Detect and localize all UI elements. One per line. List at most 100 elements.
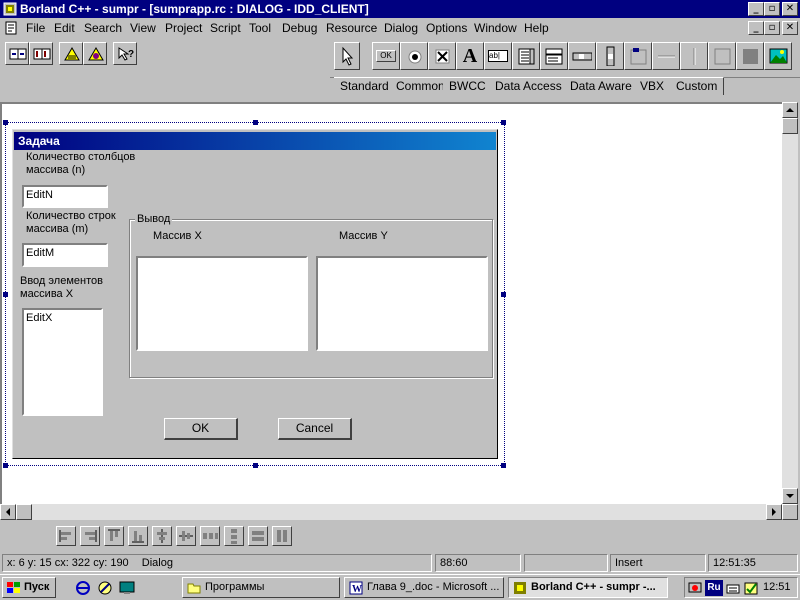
horizontal-scroll-tool[interactable] (568, 42, 596, 70)
menu-window[interactable]: Window (474, 21, 517, 35)
scroll-up-button[interactable] (782, 102, 798, 118)
space-vertical-icon[interactable] (224, 526, 244, 546)
align-hcenter-icon[interactable] (152, 526, 172, 546)
open-project-button[interactable] (5, 42, 29, 65)
close-button[interactable]: ✕ (782, 2, 798, 16)
language-indicator[interactable]: Ru (705, 580, 723, 596)
task-word-document[interactable]: W Глава 9_.doc - Microsoft ... (344, 577, 504, 598)
menu-script[interactable]: Script (210, 21, 241, 35)
menu-help[interactable]: Help (524, 21, 549, 35)
minimize-button[interactable]: _ (748, 2, 764, 16)
menu-project[interactable]: Project (165, 21, 202, 35)
task-borland-active[interactable]: Borland C++ - sumpr -... (508, 577, 668, 598)
dialog-title[interactable]: Задача (14, 132, 496, 150)
menu-dialog[interactable]: Dialog (384, 21, 418, 35)
space-horizontal-icon[interactable] (200, 526, 220, 546)
pointer-tool[interactable] (334, 42, 360, 70)
maximize-button[interactable]: ▫ (764, 2, 780, 16)
scroll-right-button[interactable] (766, 504, 782, 520)
mdi-minimize-button[interactable]: _ (748, 21, 764, 35)
align-vcenter-icon[interactable] (176, 526, 196, 546)
label-array-y[interactable]: Массив Y (339, 230, 388, 243)
horizontal-line-tool[interactable] (652, 42, 680, 70)
resize-handle-s[interactable] (253, 463, 258, 468)
group-box-tool[interactable] (624, 42, 652, 70)
designed-dialog[interactable]: Задача Количество столбцов массива (n) E… (12, 129, 498, 459)
edit-text-tool[interactable]: ab| (484, 42, 512, 70)
tab-data-aware[interactable]: Data Aware (564, 77, 639, 95)
list-box-tool[interactable] (512, 42, 540, 70)
mdi-restore-button[interactable]: ▫ (764, 21, 780, 35)
task-scheduler-tray-icon[interactable] (743, 580, 759, 596)
combo-box-tool[interactable] (540, 42, 568, 70)
vertical-line-tool[interactable] (680, 42, 708, 70)
array-x-output-box[interactable] (136, 256, 308, 351)
align-left-icon[interactable] (56, 526, 76, 546)
radio-button-tool[interactable] (400, 42, 428, 70)
align-right-icon[interactable] (80, 526, 100, 546)
label-input-x[interactable]: Ввод элементов массива X (20, 275, 120, 301)
tab-standard[interactable]: Standard (334, 77, 396, 95)
ok-button[interactable]: OK (164, 418, 238, 440)
picture-tool[interactable] (764, 42, 792, 70)
vertical-scroll-tool[interactable] (596, 42, 624, 70)
check-box-tool[interactable] (428, 42, 456, 70)
menu-tool[interactable]: Tool (249, 21, 271, 35)
frame-tool[interactable] (708, 42, 736, 70)
show-desktop-icon[interactable] (118, 579, 136, 597)
menu-edit[interactable]: Edit (54, 21, 75, 35)
push-button-tool[interactable]: OK (372, 42, 400, 70)
align-top-icon[interactable] (104, 526, 124, 546)
borland-app-icon[interactable] (3, 2, 17, 16)
label-columns[interactable]: Количество столбцов массива (n) (26, 151, 146, 177)
vertical-scroll-thumb[interactable] (782, 118, 798, 134)
start-button[interactable]: Пуск (2, 577, 56, 598)
context-help-button[interactable]: ? (113, 42, 137, 65)
save-project-button[interactable] (29, 42, 53, 65)
resize-handle-ne[interactable] (501, 120, 506, 125)
menu-file[interactable]: File (26, 21, 45, 35)
tab-vbx[interactable]: VBX (634, 77, 672, 95)
tab-custom[interactable]: Custom (670, 77, 725, 95)
make-button[interactable] (83, 42, 107, 65)
label-array-x[interactable]: Массив X (153, 230, 202, 243)
horizontal-scroll-thumb[interactable] (16, 504, 32, 520)
static-text-tool[interactable]: A (456, 42, 484, 70)
internet-explorer-icon[interactable] (74, 579, 92, 597)
edit-m-field[interactable]: EditM (22, 243, 108, 267)
network-tray-icon[interactable] (687, 580, 703, 596)
mdi-close-button[interactable]: ✕ (782, 21, 798, 35)
menu-search[interactable]: Search (84, 21, 122, 35)
outlook-express-icon[interactable] (96, 579, 114, 597)
tab-data-access[interactable]: Data Access (489, 77, 569, 95)
keyboard-tray-icon[interactable] (725, 580, 741, 596)
resize-handle-e[interactable] (501, 292, 506, 297)
menu-view[interactable]: View (130, 21, 156, 35)
resize-handle-sw[interactable] (3, 463, 8, 468)
menu-options[interactable]: Options (426, 21, 467, 35)
build-button[interactable] (59, 42, 83, 65)
menu-resource[interactable]: Resource (326, 21, 377, 35)
array-y-output-box[interactable] (316, 256, 488, 351)
vertical-scrollbar[interactable] (782, 102, 798, 504)
align-bottom-icon[interactable] (128, 526, 148, 546)
resize-handle-n[interactable] (253, 120, 258, 125)
label-rows[interactable]: Количество строк массива (m) (26, 210, 136, 236)
horizontal-scrollbar[interactable] (0, 504, 782, 520)
same-width-icon[interactable] (248, 526, 268, 546)
document-icon[interactable] (4, 20, 20, 36)
task-programs[interactable]: Программы (182, 577, 340, 598)
scroll-left-button[interactable] (0, 504, 16, 520)
resize-handle-se[interactable] (501, 463, 506, 468)
same-height-icon[interactable] (272, 526, 292, 546)
tab-bwcc[interactable]: BWCC (443, 77, 493, 95)
title-bar[interactable]: Borland C++ - sumpr - [sumprapp.rc : DIA… (0, 0, 800, 18)
rectangle-tool[interactable] (736, 42, 764, 70)
scroll-down-button[interactable] (782, 488, 798, 504)
resize-handle-nw[interactable] (3, 120, 8, 125)
resize-handle-w[interactable] (3, 292, 8, 297)
edit-x-field[interactable]: EditX (22, 308, 103, 416)
menu-debug[interactable]: Debug (282, 21, 317, 35)
edit-n-field[interactable]: EditN (22, 185, 108, 208)
cancel-button[interactable]: Cancel (278, 418, 352, 440)
